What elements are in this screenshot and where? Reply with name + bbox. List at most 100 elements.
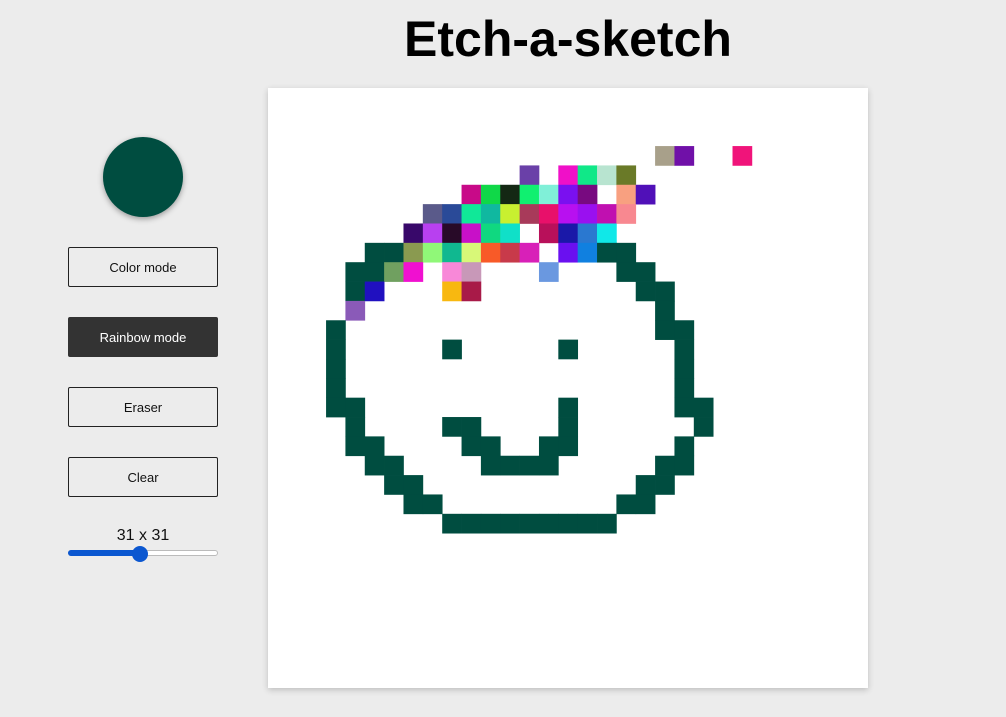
grid-cell[interactable] [519,184,540,205]
grid-cell[interactable] [616,184,637,205]
grid-cell[interactable] [597,165,617,186]
grid-cell[interactable] [577,204,598,224]
grid-cell[interactable] [422,494,443,515]
grid-cell[interactable] [519,455,540,476]
grid-cell[interactable] [364,242,385,263]
grid-cell[interactable] [461,436,482,457]
grid-cell[interactable] [538,223,559,244]
grid-cell[interactable] [674,455,695,476]
grid-cell[interactable] [422,242,443,263]
grid-cell[interactable] [674,358,695,379]
color-picker[interactable] [103,137,183,217]
grid-cell[interactable] [403,242,424,263]
grid-cell[interactable] [384,242,404,263]
grid-cell[interactable] [538,262,559,282]
grid-cell[interactable] [635,262,656,282]
grid-cell[interactable] [500,184,520,205]
grid-cell[interactable] [558,339,579,360]
grid-cell[interactable] [403,475,424,495]
grid-cell[interactable] [461,184,482,205]
grid-cell[interactable] [480,436,501,457]
grid-cell[interactable] [519,165,540,186]
grid-cell[interactable] [616,165,637,186]
grid-cell[interactable] [674,146,695,166]
grid-cell[interactable] [655,300,675,321]
grid-cell[interactable] [558,204,579,224]
grid-cell[interactable] [461,204,482,224]
grid-cell[interactable] [500,242,520,263]
grid-cell[interactable] [461,281,482,302]
grid-cell[interactable] [326,358,346,379]
grid-cell[interactable] [442,262,462,282]
grid-cell[interactable] [480,513,501,534]
grid-cell[interactable] [558,436,579,457]
grid-cell[interactable] [442,204,462,224]
grid-cell[interactable] [480,242,501,263]
grid-cell[interactable] [674,339,695,360]
grid-cell[interactable] [364,455,385,476]
grid-cell[interactable] [519,204,540,224]
grid-cell[interactable] [558,242,579,263]
grid-cell[interactable] [655,455,675,476]
grid-cell[interactable] [384,262,404,282]
grid-cell[interactable] [538,436,559,457]
grid-cell[interactable] [616,494,637,515]
grid-cell[interactable] [461,242,482,263]
grid-cell[interactable] [674,378,695,399]
grid-cell[interactable] [384,455,404,476]
grid-cell[interactable] [597,204,617,224]
grid-cell[interactable] [480,204,501,224]
grid-cell[interactable] [422,204,443,224]
sketch-grid[interactable] [268,88,868,688]
grid-cell[interactable] [577,184,598,205]
grid-cell[interactable] [519,513,540,534]
grid-cell[interactable] [577,223,598,244]
grid-cell[interactable] [345,300,366,321]
grid-cell[interactable] [674,436,695,457]
grid-cell[interactable] [345,281,366,302]
grid-cell[interactable] [655,281,675,302]
grid-cell[interactable] [442,281,462,302]
grid-cell[interactable] [558,223,579,244]
grid-cell[interactable] [403,262,424,282]
grid-cell[interactable] [364,436,385,457]
grid-cell[interactable] [403,223,424,244]
grid-cell[interactable] [655,320,675,340]
grid-cell[interactable] [326,397,346,418]
grid-cell[interactable] [442,223,462,244]
grid-cell[interactable] [364,281,385,302]
grid-cell[interactable] [538,204,559,224]
grid-cell[interactable] [442,513,462,534]
grid-cell[interactable] [345,436,366,457]
grid-cell[interactable] [732,146,753,166]
grid-cell[interactable] [422,223,443,244]
grid-cell[interactable] [558,165,579,186]
grid-cell[interactable] [674,320,695,340]
grid-cell[interactable] [655,146,675,166]
grid-cell[interactable] [500,204,520,224]
grid-cell[interactable] [693,417,714,437]
grid-cell[interactable] [461,262,482,282]
grid-cell[interactable] [616,204,637,224]
grid-cell[interactable] [442,417,462,437]
grid-cell[interactable] [577,165,598,186]
grid-cell[interactable] [538,455,559,476]
grid-cell[interactable] [577,513,598,534]
grid-cell[interactable] [364,262,385,282]
slider-thumb[interactable] [131,546,148,562]
grid-cell[interactable] [655,475,675,495]
grid-cell[interactable] [635,475,656,495]
grid-cell[interactable] [616,262,637,282]
grid-cell[interactable] [326,320,346,340]
grid-cell[interactable] [480,455,501,476]
grid-cell[interactable] [635,281,656,302]
grid-cell[interactable] [480,184,501,205]
rainbow-mode-button[interactable]: Rainbow mode [68,317,218,357]
sketch-board[interactable] [268,88,868,688]
grid-cell[interactable] [538,513,559,534]
grid-cell[interactable] [345,417,366,437]
grid-cell[interactable] [461,513,482,534]
grid-cell[interactable] [597,242,617,263]
grid-cell[interactable] [577,242,598,263]
grid-cell[interactable] [693,397,714,418]
